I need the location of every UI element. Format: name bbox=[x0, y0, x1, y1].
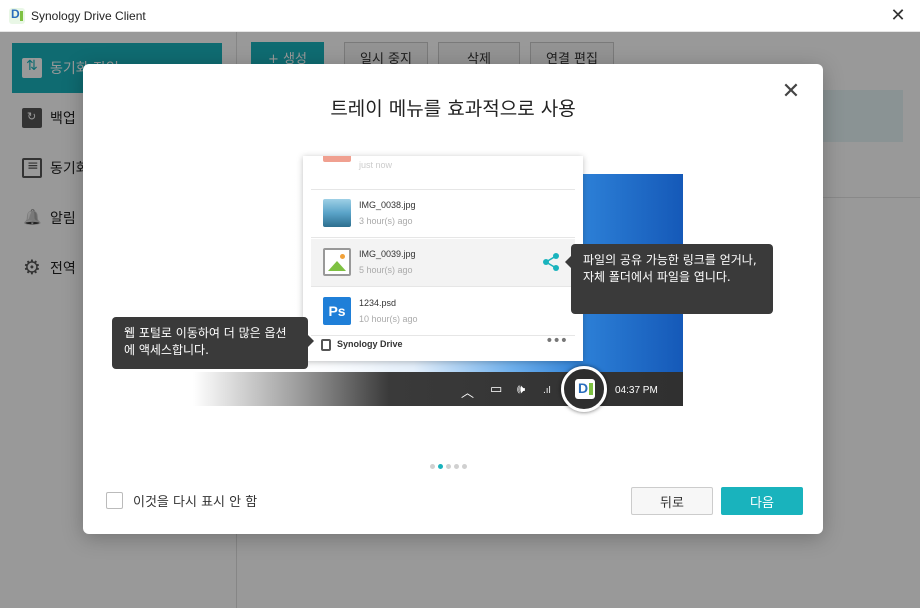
page-dot-active[interactable] bbox=[438, 464, 443, 469]
next-button[interactable]: 다음 bbox=[721, 487, 803, 515]
file-meta: just now bbox=[359, 160, 393, 170]
window-title: Synology Drive Client bbox=[31, 8, 146, 23]
window-titlebar: Synology Drive Client ✕ bbox=[0, 0, 920, 32]
page-indicator bbox=[430, 464, 467, 469]
chevron-up-icon: ︿ bbox=[461, 386, 475, 401]
list-item: just now bbox=[311, 156, 575, 190]
tray-popup: just now IMG_0038.jpg 3 hour(s) ago IMG_… bbox=[303, 156, 583, 361]
tray-drive-icon-highlight bbox=[561, 366, 607, 412]
dont-show-again-label: 이것을 다시 표시 안 함 bbox=[133, 495, 258, 510]
tray-menu-tips-dialog: 트레이 메뉴를 효과적으로 사용 ✕ ︿ ▭ 🕪 .ıl 04:37 PM ju… bbox=[83, 64, 823, 534]
synology-drive-tray-icon bbox=[575, 379, 595, 399]
file-meta: 5 hour(s) ago bbox=[359, 265, 413, 275]
brand-name: Synology Drive bbox=[337, 339, 403, 349]
synology-drive-brand-icon bbox=[321, 339, 331, 351]
file-name: 1234.psd bbox=[359, 298, 397, 308]
signal-icon: .ıl bbox=[543, 386, 551, 396]
synology-drive-logo-icon bbox=[9, 7, 25, 24]
tooltip-web-portal: 웹 포털로 이동하여 더 많은 옵션에 액세스합니다. bbox=[112, 317, 314, 369]
dont-show-again-checkbox[interactable] bbox=[106, 492, 123, 509]
share-icon bbox=[543, 253, 559, 271]
tooltip-share-link: 파일의 공유 가능한 링크를 얻거나, 자체 폴더에서 파일을 엽니다. bbox=[565, 244, 773, 314]
image-file-icon bbox=[323, 248, 351, 276]
list-item: Ps 1234.psd 10 hour(s) ago bbox=[311, 288, 575, 336]
list-item: IMG_0039.jpg 5 hour(s) ago bbox=[311, 239, 575, 287]
dialog-close-button[interactable]: ✕ bbox=[779, 80, 803, 104]
file-meta: 3 hour(s) ago bbox=[359, 216, 413, 226]
more-options-icon: ••• bbox=[545, 333, 568, 349]
battery-icon: ▭ bbox=[490, 382, 503, 397]
image-thumbnail-icon bbox=[323, 156, 351, 162]
photoshop-file-icon: Ps bbox=[323, 297, 351, 325]
page-dot[interactable] bbox=[462, 464, 467, 469]
page-dot[interactable] bbox=[430, 464, 435, 469]
back-button[interactable]: 뒤로 bbox=[631, 487, 713, 515]
taskbar bbox=[193, 372, 683, 406]
dialog-title: 트레이 메뉴를 효과적으로 사용 bbox=[330, 98, 576, 120]
page-dot[interactable] bbox=[446, 464, 451, 469]
file-name: IMG_0039.jpg bbox=[359, 249, 416, 259]
window-close-button[interactable]: ✕ bbox=[888, 6, 908, 26]
taskbar-clock: 04:37 PM bbox=[615, 385, 658, 396]
dont-show-again-option[interactable]: 이것을 다시 표시 안 함 bbox=[106, 491, 257, 510]
popup-footer: Synology Drive ••• bbox=[311, 331, 575, 359]
volume-icon: 🕪 bbox=[517, 382, 526, 397]
image-thumbnail-icon bbox=[323, 199, 351, 227]
page-dot[interactable] bbox=[454, 464, 459, 469]
list-item: IMG_0038.jpg 3 hour(s) ago bbox=[311, 190, 575, 238]
file-name: IMG_0038.jpg bbox=[359, 200, 416, 210]
file-meta: 10 hour(s) ago bbox=[359, 314, 418, 324]
